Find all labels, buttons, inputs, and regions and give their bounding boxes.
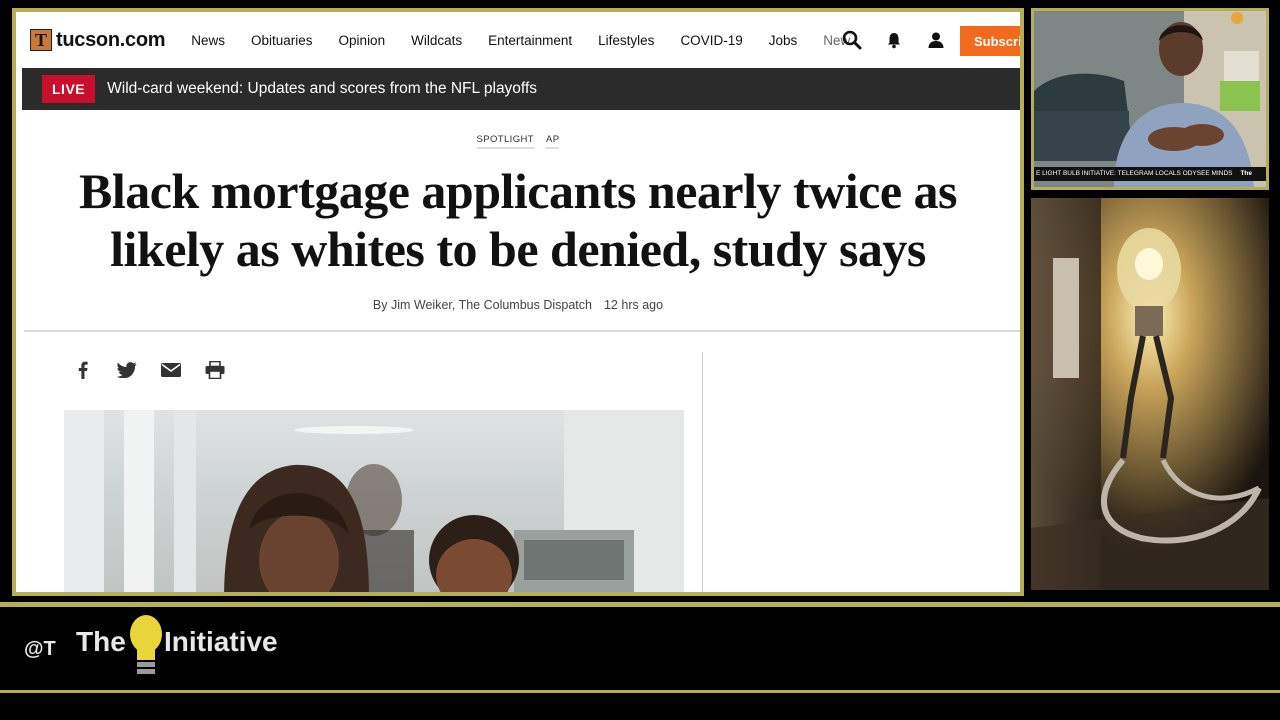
nav-news[interactable]: News: [191, 33, 225, 48]
brand-the: The: [76, 626, 126, 657]
email-icon[interactable]: [160, 360, 182, 380]
nav-obituaries[interactable]: Obituaries: [251, 33, 313, 48]
facebook-icon[interactable]: [72, 360, 94, 380]
nav-opinion[interactable]: Opinion: [339, 33, 386, 48]
gold-rule-top: [0, 602, 1280, 607]
nav-jobs[interactable]: Jobs: [769, 33, 798, 48]
twitter-icon[interactable]: [116, 360, 138, 380]
nav-entertainment[interactable]: Entertainment: [488, 33, 572, 48]
video-ticker: E LIGHT BULB INITIATIVE: TELEGRAM LOCALS…: [1034, 167, 1266, 181]
nav-covid[interactable]: COVID-19: [680, 33, 742, 48]
column-divider: [702, 352, 703, 592]
subscribe-button[interactable]: Subscri: [960, 26, 1020, 56]
browser-frame: T tucson.com News Obituaries Opinion Wil…: [12, 8, 1024, 596]
search-icon[interactable]: [842, 30, 862, 50]
article-tags: SPOTLIGHT AP: [16, 134, 1020, 149]
nav-lifestyles[interactable]: Lifestyles: [598, 33, 654, 48]
article-photo[interactable]: [64, 410, 684, 592]
logo-icon: T: [30, 29, 52, 51]
tag-spotlight[interactable]: SPOTLIGHT: [476, 134, 534, 149]
site-logo[interactable]: T tucson.com: [30, 28, 166, 52]
light-bulb-image: [1031, 198, 1269, 590]
bell-icon[interactable]: [884, 30, 904, 50]
ticker-text: E LIGHT BULB INITIATIVE: TELEGRAM LOCALS…: [1036, 170, 1233, 177]
headline-line-1: Black mortgage applicants nearly twice a…: [78, 163, 958, 219]
header-icons: [842, 30, 946, 50]
user-icon[interactable]: [926, 30, 946, 50]
byline-time: 12 hrs ago: [603, 298, 664, 312]
print-icon[interactable]: [204, 360, 226, 380]
live-headline[interactable]: Wild-card weekend: Updates and scores fr…: [107, 80, 537, 98]
bulb-logo-icon: [128, 614, 164, 683]
site-header: T tucson.com News Obituaries Opinion Wil…: [16, 12, 1020, 68]
headline-line-2: likely as whites to be denied, study say…: [110, 221, 926, 277]
article-byline: By Jim Weiker, The Columbus Dispatch 12 h…: [16, 298, 1020, 312]
live-banner[interactable]: LIVE Wild-card weekend: Updates and scor…: [22, 68, 1020, 110]
logo-text: tucson.com: [56, 28, 166, 51]
live-badge: LIVE: [42, 75, 96, 103]
banner-handle: @T: [24, 638, 56, 660]
share-bar: [72, 360, 226, 380]
ticker-brand: The: [1240, 170, 1252, 177]
byline-author: By Jim Weiker, The Columbus Dispatch: [372, 298, 592, 312]
brand-initiative: Initiative: [164, 626, 278, 657]
tag-ap[interactable]: AP: [545, 134, 560, 149]
webcam-panel: E LIGHT BULB INITIATIVE: TELEGRAM LOCALS…: [1031, 8, 1269, 190]
nav-wildcats[interactable]: Wildcats: [411, 33, 462, 48]
divider: [24, 330, 1020, 332]
article-headline: Black mortgage applicants nearly twice a…: [36, 162, 1000, 278]
main-nav: News Obituaries Opinion Wildcats Enterta…: [191, 33, 851, 48]
